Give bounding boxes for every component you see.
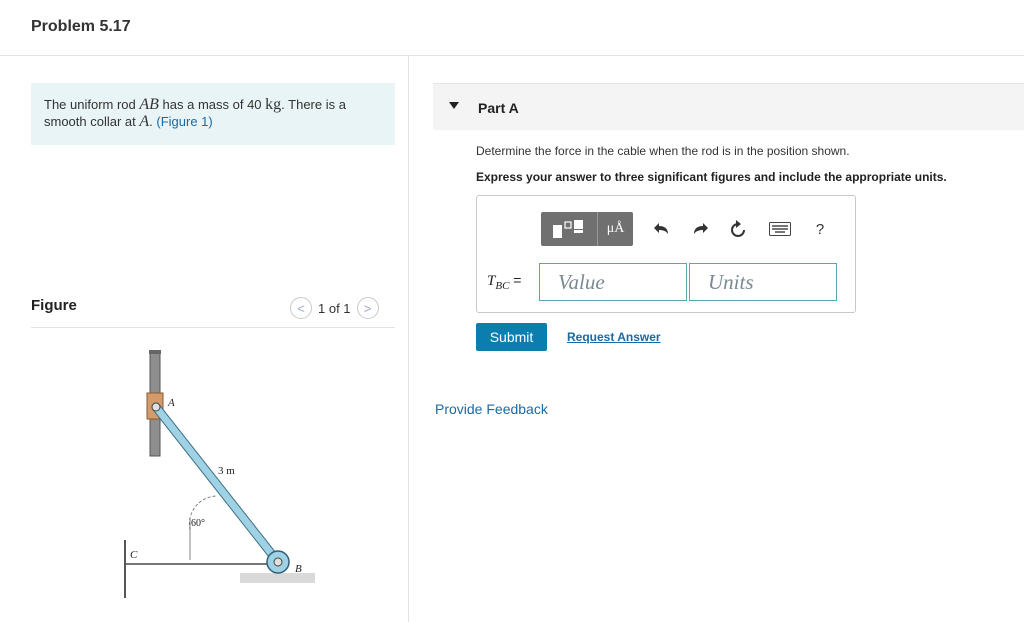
help-icon[interactable]: ?: [811, 219, 829, 239]
statement-text-1: The uniform rod: [44, 97, 140, 112]
floor: [240, 573, 315, 583]
point-b-label: B: [295, 563, 302, 575]
request-answer-link[interactable]: Request Answer: [567, 330, 661, 344]
keyboard-icon[interactable]: [769, 219, 791, 239]
rod-collar-diagram: A B C 3 m 60°: [124, 350, 315, 598]
previous-figure-button[interactable]: <: [290, 297, 312, 319]
length-label: 3 m: [218, 465, 235, 477]
figure-divider: [31, 327, 395, 328]
answer-box: μÅ ? TBC = Value Units: [476, 195, 856, 313]
units-input[interactable]: Units: [689, 263, 837, 301]
provide-feedback-link[interactable]: Provide Feedback: [435, 401, 548, 417]
redo-icon[interactable]: [691, 219, 709, 239]
rod-symbol: AB: [139, 96, 159, 113]
reset-icon[interactable]: [729, 219, 747, 239]
submit-button[interactable]: Submit: [476, 323, 547, 351]
pin-a: [151, 402, 161, 412]
next-figure-button[interactable]: >: [356, 297, 379, 319]
figure-page-count: 1 of 1: [318, 300, 351, 316]
roller-pin: [273, 557, 283, 567]
collapse-triangle-icon[interactable]: [449, 102, 459, 109]
variable-subscript: BC: [495, 279, 510, 292]
statement-text-2: has a mass of 40: [158, 97, 266, 112]
instruction-text: Express your answer to three significant…: [476, 170, 947, 184]
answer-variable-label: TBC =: [487, 272, 521, 292]
problem-statement: The uniform rod AB has a mass of 40 kg. …: [31, 83, 395, 145]
bar-top-cap: [149, 350, 161, 354]
part-a-header[interactable]: Part A: [433, 83, 1024, 130]
figure-pager: < 1 of 1 >: [290, 297, 379, 319]
point-c-label: C: [130, 549, 138, 561]
math-toolbar: μÅ ?: [541, 212, 829, 246]
equals-sign: =: [509, 272, 522, 288]
point-a-label: A: [167, 397, 175, 409]
collar-symbol: A: [139, 113, 150, 130]
units-icon[interactable]: μÅ: [597, 212, 633, 246]
value-input[interactable]: Value: [539, 263, 687, 301]
figure-heading: Figure: [31, 297, 77, 314]
figure-link[interactable]: (Figure 1): [156, 114, 212, 129]
part-a-label: Part A: [478, 100, 519, 116]
problem-title: Problem 5.17: [31, 18, 131, 35]
question-text: Determine the force in the cable when th…: [476, 144, 850, 158]
templates-icon[interactable]: [541, 212, 597, 246]
mass-unit: kg: [265, 96, 282, 113]
angle-label: 60°: [191, 518, 205, 529]
figure-diagram: A B C 3 m 60°: [105, 340, 325, 610]
undo-icon[interactable]: [653, 219, 671, 239]
rod: [152, 403, 282, 566]
header-divider: [0, 55, 1024, 56]
column-divider: [408, 56, 409, 622]
